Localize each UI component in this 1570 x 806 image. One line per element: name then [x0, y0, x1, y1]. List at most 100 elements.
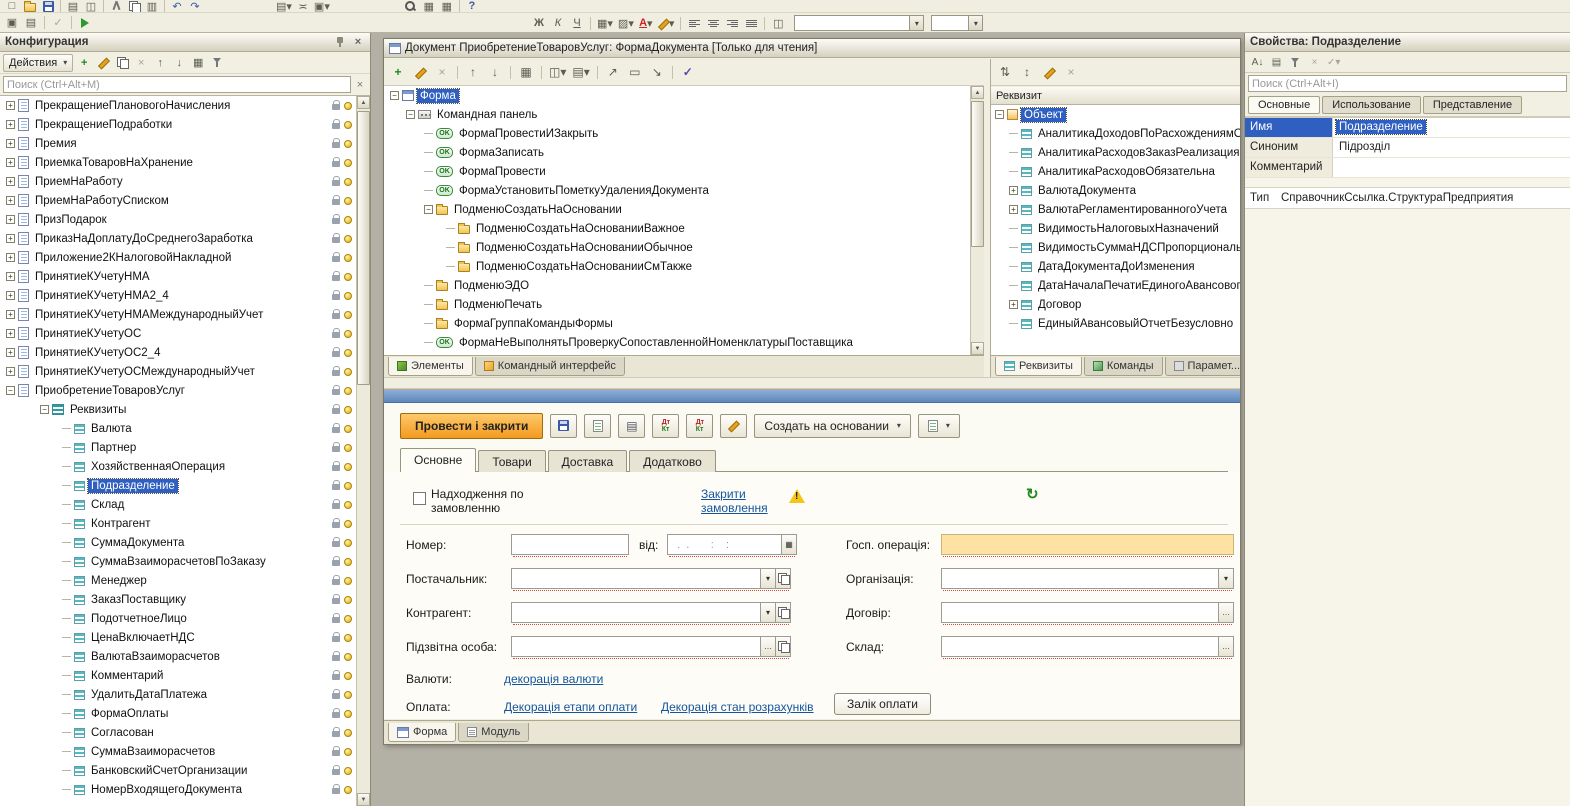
cfg-tree-item[interactable]: −ПриобретениеТоваровУслуг: [0, 381, 356, 400]
document-list-icon[interactable]: ▤: [618, 414, 645, 438]
add-icon[interactable]: +: [75, 54, 93, 71]
preview-tab-3[interactable]: Доставка: [548, 450, 628, 472]
attr-tree-item[interactable]: +Договор: [991, 295, 1240, 314]
open-folder-icon[interactable]: [21, 0, 39, 13]
cfg-tree-item[interactable]: +ПриемкаТоваровНаХранение: [0, 153, 356, 172]
accountable-person-field[interactable]: …: [511, 636, 791, 657]
cfg-tree-item[interactable]: ПодотчетноеЛицо: [0, 609, 356, 628]
config-store-icon[interactable]: ▤: [22, 14, 40, 31]
form-tree-item[interactable]: ФормаПровестиИЗакрыть: [384, 124, 970, 143]
collapse-icon[interactable]: −: [995, 110, 1004, 119]
scroll-down-icon[interactable]: ▼: [971, 342, 984, 355]
cfg-tree-item[interactable]: СуммаВзаиморасчетовПоЗаказу: [0, 552, 356, 571]
attr-tree-item[interactable]: ВидимостьСуммаНДСПропорционально: [991, 238, 1240, 257]
expand-icon[interactable]: +: [6, 310, 15, 319]
screen-dd-icon[interactable]: ◫▾: [547, 62, 568, 82]
post-and-close-button[interactable]: Провести і закрити: [400, 413, 543, 439]
scrollbar-track[interactable]: [971, 99, 984, 342]
currency-decoration-link[interactable]: декорація валюти: [504, 672, 603, 686]
form-tree-item[interactable]: ПодменюПечать: [384, 295, 970, 314]
properties-tab-1[interactable]: Основные: [1248, 96, 1320, 114]
attr-tree-item[interactable]: −Объект: [991, 105, 1240, 124]
fill-dd-icon[interactable]: ▨▾: [616, 15, 636, 32]
document-tab-1[interactable]: Форма: [388, 723, 456, 742]
cfg-tree-item[interactable]: Контрагент: [0, 514, 356, 533]
preview-tab-4[interactable]: Додатково: [629, 450, 716, 472]
resize-icon[interactable]: ↘: [647, 62, 667, 82]
copy-icon[interactable]: [113, 54, 131, 71]
save-icon[interactable]: [550, 414, 577, 438]
pin-icon[interactable]: [333, 37, 347, 47]
scrollbar-track[interactable]: [357, 109, 370, 793]
preview-icon[interactable]: ◫: [82, 0, 100, 13]
run-icon[interactable]: [76, 14, 94, 31]
form-tree-item[interactable]: −ПодменюСоздатьНаОсновании: [384, 200, 970, 219]
cfg-tree-item[interactable]: Подразделение: [0, 476, 356, 495]
form-tree-scrollbar[interactable]: ▲ ▼: [970, 86, 984, 355]
panels-dd-icon[interactable]: ▤▾: [570, 62, 591, 82]
cfg-tree-item[interactable]: +ПризПодарок: [0, 210, 356, 229]
cfg-tree-item[interactable]: +ПринятиеКУчетуНМА: [0, 267, 356, 286]
cfg-tree-item[interactable]: ВалютаВзаиморасчетов: [0, 647, 356, 666]
delete-icon[interactable]: ×: [1061, 62, 1081, 82]
zoom-combobox[interactable]: ▾: [931, 15, 983, 31]
paste-icon[interactable]: ▥: [143, 0, 161, 13]
cfg-tree-item[interactable]: ЦенаВключаетНДС: [0, 628, 356, 647]
cfg-tree-item[interactable]: +ПрекращениеПлановогоНачисления: [0, 96, 356, 115]
config-search-input[interactable]: [3, 76, 351, 93]
delete-icon[interactable]: ×: [132, 54, 150, 71]
ellipsis-icon[interactable]: …: [760, 637, 775, 656]
preview-tab-2[interactable]: Товари: [478, 450, 545, 472]
arrow-ne-icon[interactable]: ↗: [603, 62, 623, 82]
open-icon[interactable]: [775, 603, 790, 622]
scroll-down-icon[interactable]: ▼: [357, 793, 370, 806]
expand-icon[interactable]: +: [6, 158, 15, 167]
edit-icon[interactable]: [1039, 62, 1059, 82]
cfg-tree-item[interactable]: +ПрекращениеПодработки: [0, 115, 356, 134]
form-tree-item[interactable]: ФормаНеВыполнятьПроверкуСопоставленнойНо…: [384, 333, 970, 352]
property-row[interactable]: Комментарий: [1245, 158, 1570, 178]
properties-search-input[interactable]: [1248, 75, 1567, 92]
check-dd-icon[interactable]: ✓▾: [1325, 54, 1342, 70]
list-dd-icon[interactable]: ▤▾: [274, 0, 294, 13]
cfg-tree-item[interactable]: +ПринятиеКУчетуНМАМеждународныйУчет: [0, 305, 356, 324]
counterparty-field[interactable]: ▾: [511, 602, 791, 623]
config-open-icon[interactable]: ▣: [3, 14, 21, 31]
attr-tree-item[interactable]: ЕдиныйАвансовыйОтчетБезусловно: [991, 314, 1240, 333]
cfg-tree-item[interactable]: НомерВходящегоДокумента: [0, 780, 356, 799]
redo-icon[interactable]: ↷: [186, 0, 204, 13]
expand-icon[interactable]: +: [6, 120, 15, 129]
attributes-tab-3[interactable]: Парамет...: [1165, 357, 1241, 376]
pencolor-dd-icon[interactable]: ▾: [656, 15, 677, 32]
align-justify-icon[interactable]: [742, 15, 760, 32]
cfg-tree-item[interactable]: Склад: [0, 495, 356, 514]
form-tree-item[interactable]: ПодменюСоздатьНаОснованииВажное: [384, 219, 970, 238]
underline-button[interactable]: Ч: [568, 15, 586, 32]
attr-tree-item[interactable]: АналитикаРасходовЗаказРеализация: [991, 143, 1240, 162]
move-up-icon[interactable]: ↑: [463, 62, 483, 82]
cfg-tree-item[interactable]: Менеджер: [0, 571, 356, 590]
calc-icon[interactable]: ▦: [420, 0, 438, 13]
check-icon[interactable]: ✓: [678, 62, 698, 82]
operation-field[interactable]: [941, 534, 1234, 555]
expand-icon[interactable]: +: [6, 348, 15, 357]
cfg-tree-item[interactable]: −Реквизиты: [0, 400, 356, 419]
warehouse-field[interactable]: …: [941, 636, 1234, 657]
property-row-type[interactable]: Тип СправочникСсылка.СтруктураПредприяти…: [1245, 187, 1570, 209]
refresh-icon[interactable]: ↻: [1026, 485, 1039, 503]
organization-field[interactable]: ▾: [941, 568, 1234, 589]
attr-tree-item[interactable]: АналитикаРасходовОбязательна: [991, 162, 1240, 181]
cfg-tree-item[interactable]: +ПриемНаРаботуСписком: [0, 191, 356, 210]
property-value[interactable]: Підрозділ: [1333, 138, 1570, 157]
cfg-tree-item[interactable]: +ПринятиеКУчетуОСМеждународныйУчет: [0, 362, 356, 381]
expand-icon[interactable]: +: [1009, 186, 1018, 195]
number-field[interactable]: [511, 534, 629, 555]
compare-icon[interactable]: ≍: [294, 0, 312, 13]
attr-tree-item[interactable]: +ВалютаРегламентированногоУчета: [991, 200, 1240, 219]
payment-status-link[interactable]: Декорація стан розрахунків: [661, 700, 814, 714]
cfg-tree-item[interactable]: ЗаказПоставщику: [0, 590, 356, 609]
cfg-tree-item[interactable]: +ПринятиеКУчетуОС2_4: [0, 343, 356, 362]
fontcolor-dd-icon[interactable]: А▾: [637, 15, 655, 32]
style-combobox[interactable]: ▾: [794, 15, 924, 31]
move-down-icon[interactable]: ↓: [170, 54, 188, 71]
